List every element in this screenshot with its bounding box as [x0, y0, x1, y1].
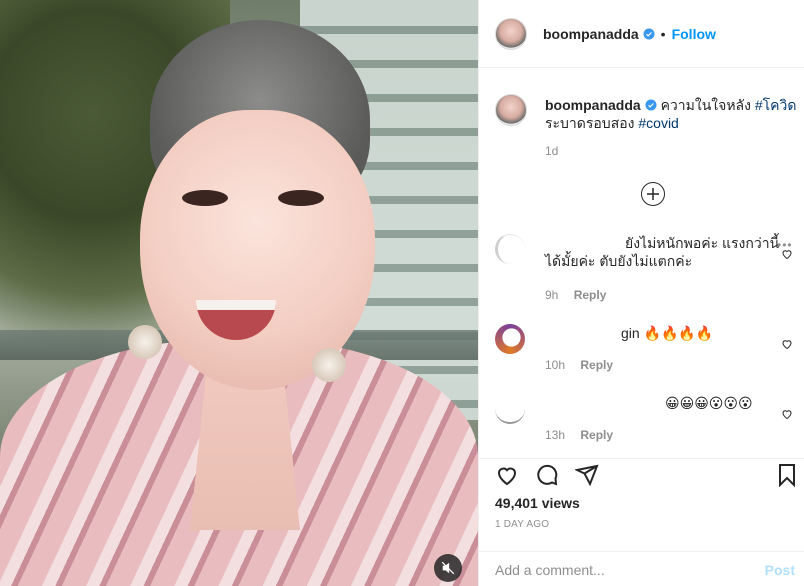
bookmark-icon[interactable]	[775, 463, 799, 487]
caption-body-2: ระบาดรอบสอง	[545, 115, 635, 131]
comment-text: gin 🔥🔥🔥🔥	[545, 324, 781, 342]
caption-timestamp[interactable]: 1d	[545, 144, 558, 158]
post-header: boompanadda • Follow	[479, 0, 804, 68]
share-icon[interactable]	[575, 463, 599, 487]
earring-right	[312, 348, 346, 382]
plus-circle-icon	[647, 188, 659, 200]
speaker-muted-icon	[441, 561, 455, 575]
comment-avatar[interactable]	[495, 234, 525, 264]
reply-button[interactable]: Reply	[580, 358, 613, 372]
load-more-comments-button[interactable]	[641, 182, 665, 206]
caption-avatar[interactable]	[495, 94, 527, 126]
comment-avatar[interactable]	[495, 394, 525, 424]
person-eye-right	[278, 190, 324, 206]
comment-time[interactable]: 10h	[545, 358, 565, 372]
comment-time[interactable]: 13h	[545, 428, 565, 442]
heart-icon[interactable]	[781, 248, 793, 260]
follow-button[interactable]: Follow	[672, 26, 716, 42]
comment-time[interactable]: 9h	[545, 288, 558, 302]
view-count[interactable]: 49,401 views	[495, 495, 580, 511]
post-sidebar: boompanadda • Follow boompanadda ความในใ…	[478, 0, 804, 586]
caption-text: boompanadda ความในใจหลัง #โควิด ระบาดรอบ…	[545, 96, 800, 132]
reply-button[interactable]: Reply	[574, 288, 607, 302]
post-date[interactable]: 1 DAY AGO	[495, 519, 549, 530]
comment-input[interactable]	[495, 558, 735, 582]
earring-left	[128, 325, 162, 359]
comments-list: boompanadda ความในใจหลัง #โควิด ระบาดรอบ…	[479, 68, 804, 458]
comment-icon[interactable]	[535, 463, 559, 487]
verified-badge-icon	[643, 28, 655, 39]
person-face	[140, 110, 375, 390]
comment-meta: 9h Reply	[545, 288, 606, 302]
heart-icon[interactable]	[781, 408, 793, 420]
comment-meta: 13h Reply	[545, 428, 613, 442]
comment-text-line: 😀😀😀😮😮😮	[665, 395, 753, 411]
heart-icon[interactable]	[781, 338, 793, 350]
comment-meta: 10h Reply	[545, 358, 613, 372]
add-comment-bar: Post	[479, 551, 804, 586]
post-comment-button[interactable]: Post	[765, 562, 795, 578]
post-video[interactable]	[0, 0, 478, 586]
person-neck	[190, 370, 300, 530]
comment-text-line: ได้มั้ยค่ะ ตับยังไม่แตกค่ะ	[545, 253, 693, 269]
comment-text: ยังไม่หนักพอค่ะ แรงกว่านี้ ได้มั้ยค่ะ ตั…	[545, 234, 781, 270]
reply-button[interactable]: Reply	[580, 428, 613, 442]
heart-icon[interactable]	[495, 463, 519, 487]
caption-username[interactable]: boompanadda	[545, 97, 641, 113]
caption-body: ความในใจหลัง	[660, 97, 751, 113]
comment-text-line: ยังไม่หนักพอค่ะ แรงกว่านี้	[625, 235, 780, 251]
hashtag-link[interactable]: #covid	[638, 115, 678, 131]
person-eye-left	[182, 190, 228, 206]
hashtag-link[interactable]: #โควิด	[755, 97, 797, 113]
username-link[interactable]: boompanadda	[543, 26, 639, 42]
avatar[interactable]	[495, 17, 527, 50]
verified-badge-icon	[645, 99, 657, 111]
comment-text: 😀😀😀😮😮😮	[545, 394, 781, 412]
mute-button[interactable]	[434, 554, 462, 582]
separator-dot: •	[660, 25, 666, 42]
comment-avatar[interactable]	[495, 324, 525, 354]
comment-text-line: gin 🔥🔥🔥🔥	[621, 325, 714, 341]
post-actions: 49,401 views 1 DAY AGO Post	[479, 458, 804, 586]
